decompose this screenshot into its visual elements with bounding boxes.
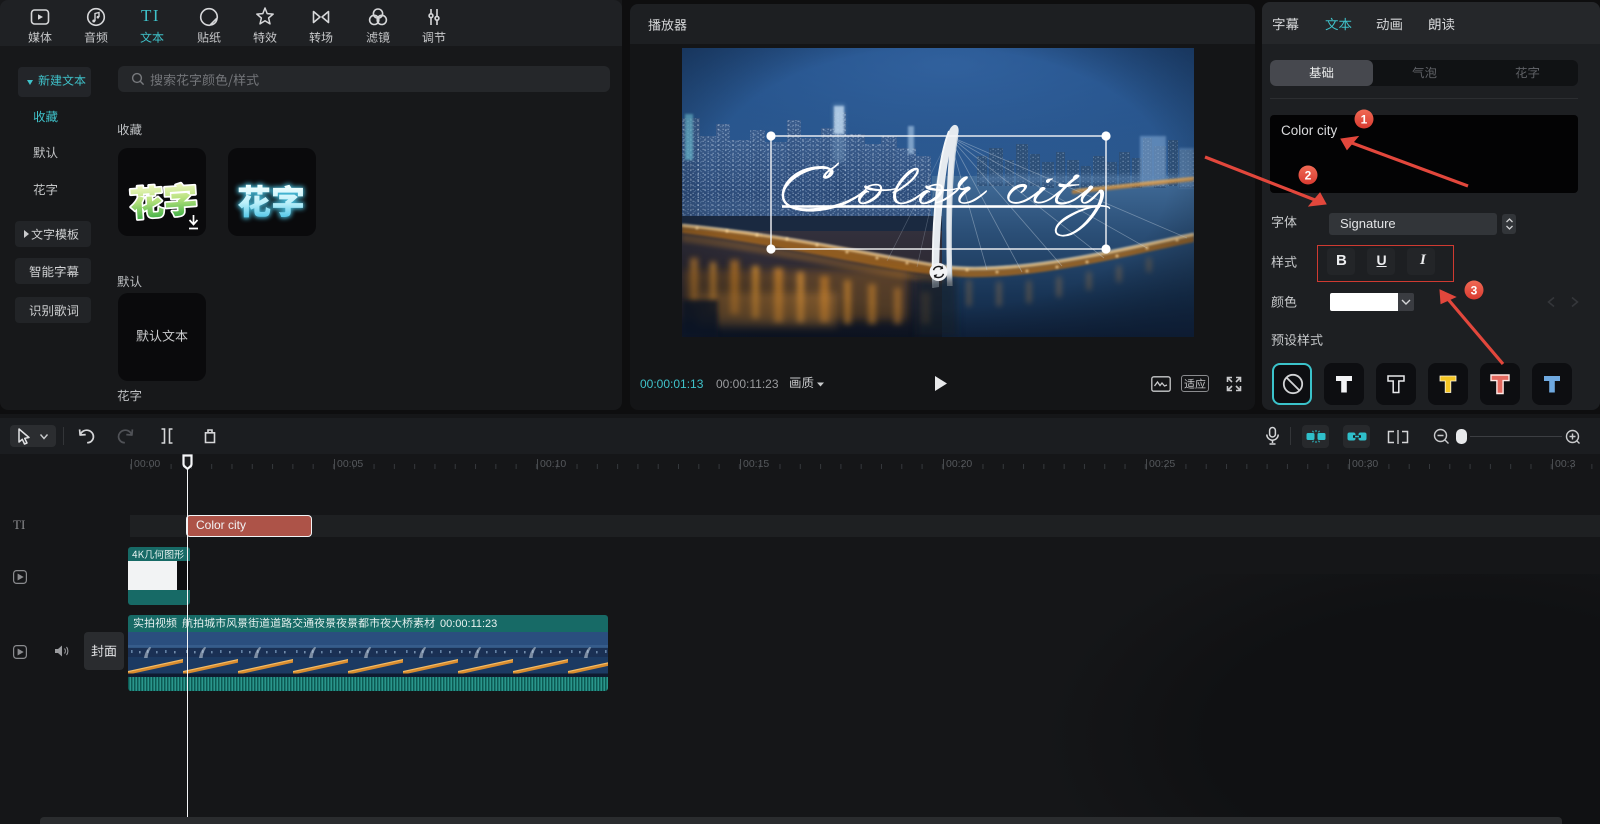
svg-text:3: 3	[1471, 284, 1478, 298]
svg-text:2: 2	[1305, 169, 1312, 183]
svg-text:1: 1	[1361, 113, 1368, 127]
